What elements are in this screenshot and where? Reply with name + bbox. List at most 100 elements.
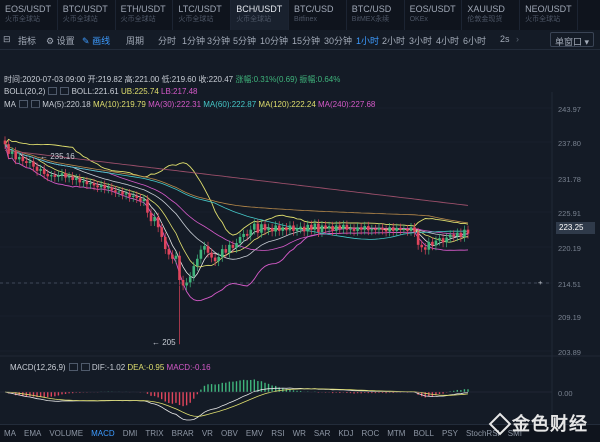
price-chart[interactable] (0, 92, 600, 424)
logo-text: 金色财经 (512, 414, 588, 434)
indicator-volume[interactable]: VOLUME (45, 425, 87, 442)
symbol-tab-7[interactable]: EOS/USDT OKEx (405, 0, 463, 30)
indicator-psy[interactable]: PSY (438, 425, 462, 442)
candle-body (395, 227, 399, 231)
close-icon[interactable] (80, 363, 90, 371)
symbol-tab-9[interactable]: NEO/USDT 火币全球站 (520, 0, 578, 30)
interval-4h[interactable]: 4小时 (436, 34, 459, 47)
candle-body (21, 156, 25, 162)
tab-exchange: 火币全球站 (62, 16, 98, 23)
indicator-button[interactable]: 指标 (18, 34, 36, 47)
price-tick: 243.97 (558, 105, 581, 114)
indicator-emv[interactable]: EMV (242, 425, 267, 442)
indicator-boll[interactable]: BOLL (409, 425, 437, 442)
candle-body (50, 175, 53, 177)
candle-body (131, 195, 135, 197)
interval-5m[interactable]: 5分钟 (233, 34, 256, 47)
price-tick: 220.19 (558, 244, 581, 253)
refresh-speed[interactable]: 2s (500, 34, 510, 44)
symbol-tab-bar: EOS/USDT 火币全球站 BTC/USDT 火币全球站 ETH/USDT 火币全球站 L… (0, 0, 600, 30)
symbol-tab-3[interactable]: LTC/USDT 火币全球站 (173, 0, 232, 30)
symbol-tab-0[interactable]: EOS/USDT 火币全球站 (0, 0, 58, 30)
interval-1h[interactable]: 1小时 (356, 34, 379, 47)
candle-body (3, 140, 7, 145)
price-tick: 231.78 (558, 175, 581, 184)
indicator-vr[interactable]: VR (198, 425, 217, 442)
ohlc-close: 收:220.47 (198, 75, 234, 84)
settings-button[interactable]: ⚙ 设置 (46, 34, 75, 47)
price-tick: 225.91 (558, 209, 581, 218)
candle-body (178, 255, 181, 281)
indicator-ma[interactable]: MA (0, 425, 20, 442)
indicator-obv[interactable]: OBV (217, 425, 242, 442)
logo-mark-icon (488, 412, 512, 436)
candle-body (25, 161, 28, 163)
symbol-tab-4[interactable]: BCH/USDT 火币全球站 (231, 0, 289, 30)
candle-body (459, 232, 463, 237)
candle-body (231, 244, 235, 248)
settings-icon[interactable] (68, 363, 78, 371)
symbol-tab-1[interactable]: BTC/USDT 火币全球站 (58, 0, 116, 30)
interval-10m[interactable]: 10分钟 (260, 34, 288, 47)
interval-2h[interactable]: 2小时 (382, 34, 405, 47)
candle-body (381, 227, 384, 230)
candle-body (42, 169, 46, 174)
dif-line (4, 387, 469, 421)
candle-body (124, 193, 128, 195)
interval-15m[interactable]: 15分钟 (292, 34, 320, 47)
indicator-roc[interactable]: ROC (357, 425, 383, 442)
candle-body (210, 252, 213, 258)
indicator-mtm[interactable]: MTM (383, 425, 409, 442)
candle-body (206, 246, 210, 253)
macd-dea: DEA:-0.95 (127, 363, 165, 372)
draw-label: 画线 (92, 36, 111, 46)
symbol-tab-8[interactable]: XAUUSD 伦敦金现货 (462, 0, 521, 30)
interval-3h[interactable]: 3小时 (409, 34, 432, 47)
candle-body (64, 173, 67, 178)
candle-body (402, 229, 406, 231)
pencil-icon: ✎ (82, 36, 90, 46)
tab-symbol: NEO/USDT (525, 4, 572, 14)
layout-grid-icon[interactable]: ⊟ (3, 34, 11, 45)
indicator-rsi[interactable]: RSI (267, 425, 288, 442)
candle-body (309, 224, 313, 230)
draw-button[interactable]: ✎ 画线 (82, 34, 110, 47)
interval-1m[interactable]: 1分钟 (182, 34, 205, 47)
candle-body (434, 240, 438, 246)
candle-body (313, 223, 317, 230)
candle-body (156, 216, 160, 228)
symbol-tab-6[interactable]: BTC/USD BitMEX永续 (347, 0, 405, 30)
interval-30m[interactable]: 30分钟 (324, 34, 352, 47)
settings-label: 设置 (56, 36, 75, 46)
candle-body (57, 175, 60, 177)
ohlc-time: 时间:2020-07-03 09:00 (4, 75, 86, 84)
interval-3m[interactable]: 3分钟 (207, 34, 230, 47)
interval-6h[interactable]: 6小时 (463, 34, 486, 47)
window-mode-select[interactable]: 单窗口 ▾ (550, 32, 594, 47)
candle-body (89, 182, 92, 185)
tab-exchange: BitMEX永续 (351, 16, 390, 23)
symbol-tab-2[interactable]: ETH/USDT 火币全球站 (116, 0, 174, 30)
jinse-logo: 金色财经 (488, 410, 588, 436)
candle-body (228, 244, 231, 253)
indicator-dmi[interactable]: DMI (119, 425, 142, 442)
indicator-ema[interactable]: EMA (20, 425, 45, 442)
indicator-brar[interactable]: BRAR (168, 425, 198, 442)
candle-body (359, 227, 363, 230)
candle-body (427, 241, 431, 250)
symbol-tab-5[interactable]: BTC/USD Bitfinex (289, 0, 347, 30)
candle-body (334, 225, 338, 231)
indicator-macd[interactable]: MACD (87, 425, 119, 442)
tab-symbol: LTC/USDT (178, 4, 222, 14)
candle-body (117, 191, 121, 193)
candle-body (277, 225, 281, 231)
interval-1[interactable]: 分时 (158, 34, 176, 47)
current-price-label: 223.25 (556, 222, 595, 234)
candle-body (14, 151, 17, 160)
indicator-trix[interactable]: TRIX (141, 425, 167, 442)
candle-body (295, 228, 299, 231)
candle-body (171, 254, 174, 259)
indicator-kdj[interactable]: KDJ (334, 425, 357, 442)
indicator-wr[interactable]: WR (289, 425, 310, 442)
indicator-sar[interactable]: SAR (310, 425, 334, 442)
